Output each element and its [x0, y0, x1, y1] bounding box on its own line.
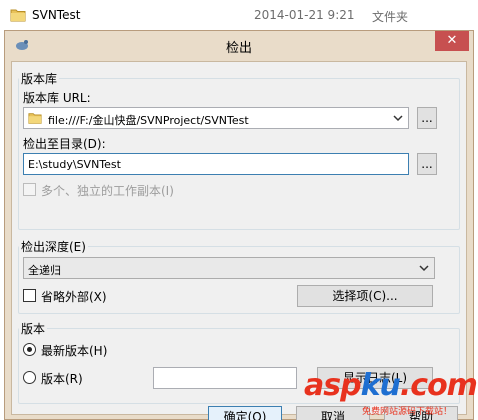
- folder-type: 文件夹: [372, 10, 409, 24]
- head-revision-radio[interactable]: [23, 343, 36, 356]
- dir-browse-button[interactable]: ...: [417, 153, 437, 175]
- watermark-subtitle: 免费网站源码下载站！: [362, 407, 453, 417]
- checkout-dialog: 检出 ✕ 版本库 版本库 URL: file:///F:/金山快盘/SVNPro…: [4, 30, 474, 420]
- dialog-titlebar[interactable]: 检出 ✕: [5, 31, 473, 59]
- folder-icon: [10, 8, 26, 25]
- url-label: 版本库 URL:: [23, 91, 91, 105]
- repository-group: 版本库 版本库 URL: file:///F:/金山快盘/SVNProject/…: [18, 70, 460, 230]
- revision-group-title: 版本: [19, 320, 48, 337]
- head-revision-label: 最新版本(H): [41, 344, 108, 358]
- depth-select[interactable]: 全递归: [23, 257, 435, 279]
- chevron-down-icon[interactable]: [418, 261, 430, 278]
- multi-wc-label: 多个、独立的工作副本(I): [41, 184, 174, 198]
- omit-externals-label: 省略外部(X): [41, 290, 107, 304]
- specific-revision-label: 版本(R): [41, 372, 83, 386]
- depth-group-title: 检出深度(E): [19, 238, 88, 255]
- aspku-watermark: aspku.com 免费网站源码下载站！: [300, 368, 478, 420]
- folder-date: 2014-01-21 9:21: [254, 8, 355, 22]
- checkout-dir-value: E:\study\SVNTest: [28, 158, 121, 171]
- ok-button[interactable]: 确定(O): [208, 406, 282, 420]
- watermark-logo: aspku.com: [304, 368, 478, 403]
- close-button[interactable]: ✕: [435, 31, 469, 51]
- dialog-title: 检出: [225, 41, 252, 56]
- depth-value: 全递归: [28, 264, 61, 277]
- url-value: file:///F:/金山快盘/SVNProject/SVNTest: [48, 114, 249, 127]
- specific-revision-radio[interactable]: [23, 371, 36, 384]
- checkout-dir-input[interactable]: E:\study\SVNTest: [23, 153, 409, 175]
- dir-label: 检出至目录(D):: [23, 137, 106, 151]
- omit-externals-checkbox[interactable]: [23, 289, 36, 302]
- dialog-client: 版本库 版本库 URL: file:///F:/金山快盘/SVNProject/…: [11, 61, 467, 420]
- multi-wc-checkbox[interactable]: [23, 183, 36, 196]
- explorer-file-row[interactable]: SVNTest 2014-01-21 9:21 文件夹: [0, 0, 478, 30]
- chevron-down-icon[interactable]: [392, 111, 404, 128]
- depth-group: 检出深度(E) 全递归 省略外部(X) 选择项(C)...: [18, 238, 460, 314]
- url-combobox[interactable]: file:///F:/金山快盘/SVNProject/SVNTest: [23, 107, 409, 129]
- choose-items-button[interactable]: 选择项(C)...: [297, 285, 433, 307]
- folder-icon: [28, 111, 42, 128]
- folder-name: SVNTest: [32, 8, 81, 22]
- revision-input[interactable]: [153, 367, 297, 389]
- url-browse-button[interactable]: ...: [417, 107, 437, 129]
- repository-group-title: 版本库: [19, 70, 60, 87]
